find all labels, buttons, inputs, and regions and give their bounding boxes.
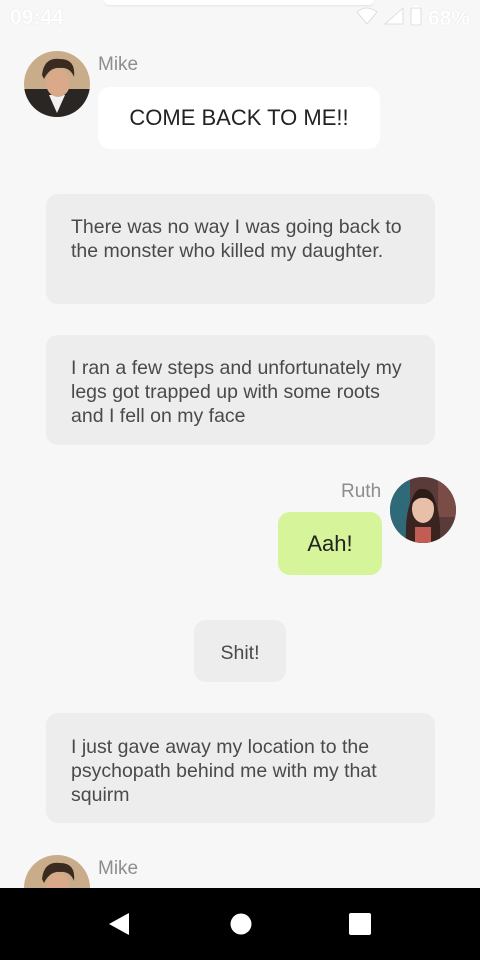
message-bubble-ruth[interactable]: Aah! <box>278 512 382 575</box>
narration-bubble[interactable]: I just gave away my location to the psyc… <box>46 713 435 823</box>
nav-recents-icon[interactable] <box>348 912 372 936</box>
status-time: 09:44 <box>10 6 64 29</box>
status-bar: 09:44 68% <box>0 0 480 36</box>
avatar-mike[interactable] <box>24 51 90 117</box>
chat-list[interactable]: Mike COME BACK TO ME!! There was no way … <box>0 36 480 888</box>
message-text: COME BACK TO ME!! <box>129 105 349 130</box>
message-bubble-mike[interactable]: COME BACK TO ME!! <box>98 87 380 149</box>
battery-percent: 68% <box>427 6 470 30</box>
message-text: There was no way I was going back to the… <box>71 216 402 262</box>
message-text: Aah! <box>307 531 353 556</box>
system-nav-bar <box>0 888 480 960</box>
sender-name-ruth: Ruth <box>341 481 382 502</box>
nav-back-icon[interactable] <box>107 912 131 936</box>
avatar-ruth[interactable] <box>390 477 456 543</box>
chat-story-screen: 09:44 68% Mike COME BACK TO ME!! There w… <box>0 0 480 960</box>
message-text: I just gave away my location to the psyc… <box>71 736 377 806</box>
battery-icon <box>410 6 422 31</box>
signal-icon <box>383 7 404 30</box>
wifi-icon <box>356 7 378 30</box>
narration-bubble[interactable]: I ran a few steps and unfortunately my l… <box>46 335 435 445</box>
message-text: I ran a few steps and unfortunately my l… <box>71 357 402 427</box>
narration-bubble[interactable]: Shit! <box>194 620 286 682</box>
nav-home-icon[interactable] <box>229 912 253 936</box>
narration-bubble[interactable]: There was no way I was going back to the… <box>46 194 435 304</box>
status-icons: 68% <box>356 6 470 31</box>
sender-name-mike: Mike <box>98 54 139 75</box>
sender-name-mike: Mike <box>98 858 139 879</box>
avatar-mike[interactable] <box>24 855 90 888</box>
message-text: Shit! <box>220 642 260 664</box>
top-card-edge <box>104 0 374 5</box>
